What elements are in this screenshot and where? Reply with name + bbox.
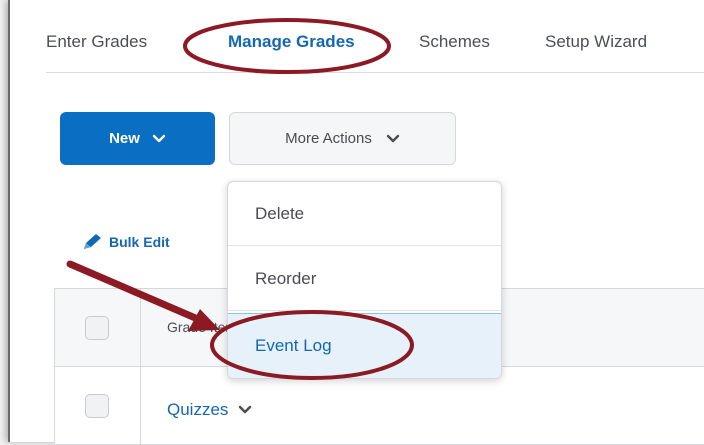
quizzes-label: Quizzes	[167, 400, 229, 419]
select-all-checkbox[interactable]	[85, 316, 109, 340]
bulk-edit-button[interactable]: Bulk Edit	[82, 233, 170, 251]
tab-enter-grades[interactable]: Enter Grades	[46, 32, 147, 52]
row-checkbox[interactable]	[85, 394, 109, 418]
more-actions-button[interactable]: More Actions	[229, 112, 456, 165]
new-button-label: New	[109, 130, 140, 147]
new-button[interactable]: New	[60, 112, 215, 165]
more-actions-menu: Delete Reorder Event Log	[227, 181, 502, 379]
menu-item-reorder[interactable]: Reorder	[228, 247, 501, 311]
chevron-down-icon	[239, 405, 252, 414]
tab-bar: Enter Grades Manage Grades Schemes Setup…	[46, 0, 704, 73]
chevron-down-icon	[386, 134, 400, 142]
menu-item-event-log[interactable]: Event Log	[228, 313, 501, 378]
more-actions-label: More Actions	[285, 130, 372, 147]
menu-item-delete[interactable]: Delete	[228, 182, 501, 246]
pencil-icon	[84, 234, 101, 249]
tab-setup-wizard[interactable]: Setup Wizard	[545, 32, 647, 52]
chevron-down-icon	[152, 134, 166, 142]
app-frame: Enter Grades Manage Grades Schemes Setup…	[8, 0, 704, 445]
quizzes-category[interactable]: Quizzes	[167, 400, 252, 420]
bulk-edit-label: Bulk Edit	[109, 234, 170, 250]
tab-schemes[interactable]: Schemes	[419, 32, 490, 52]
tab-manage-grades[interactable]: Manage Grades	[228, 32, 355, 52]
